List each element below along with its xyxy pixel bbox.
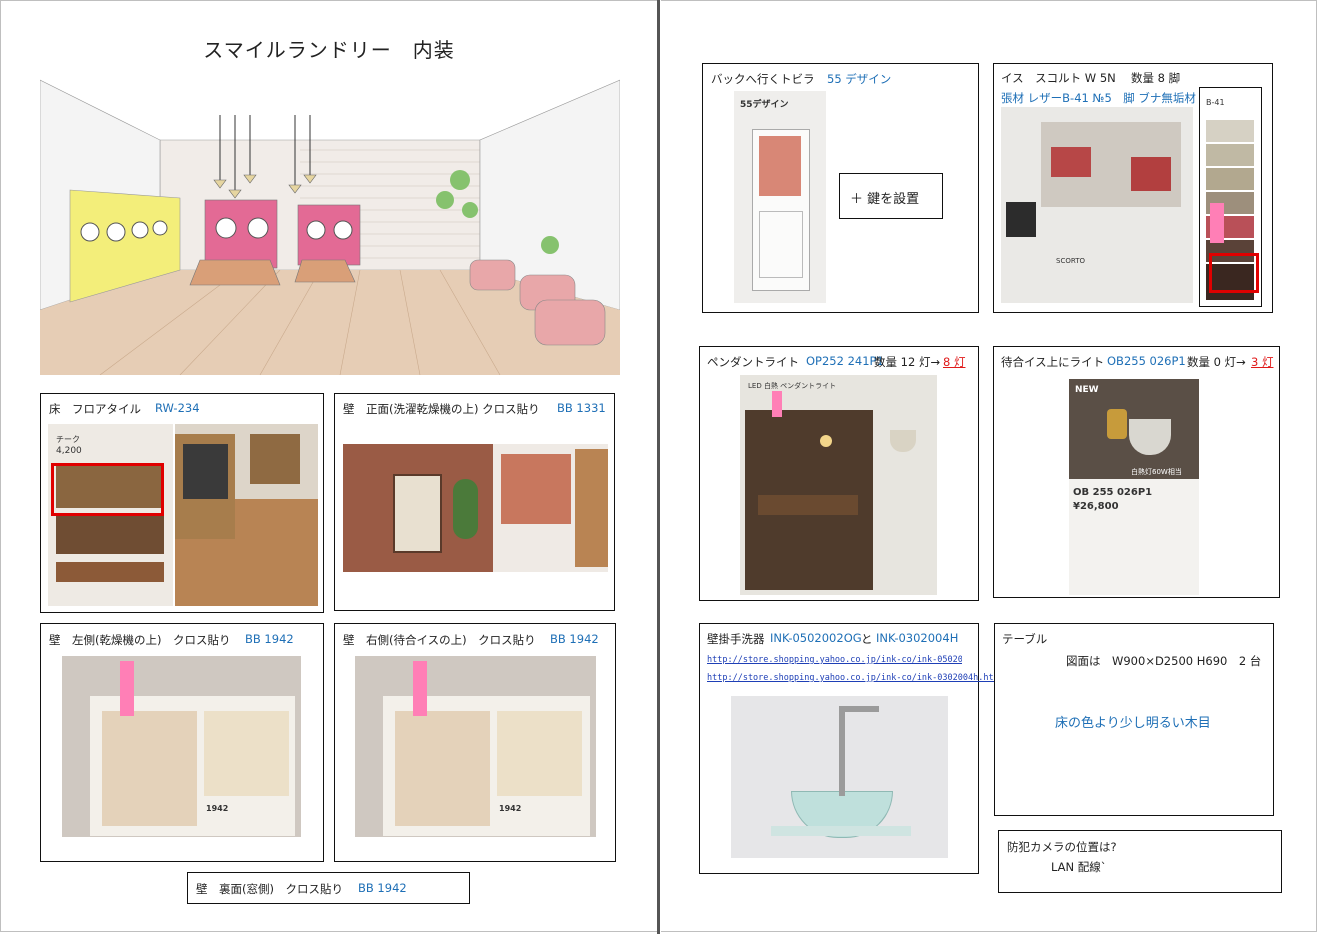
wall-light-price: ¥26,800: [1073, 501, 1119, 512]
sink-link-2[interactable]: http://store.shopping.yahoo.co.jp/ink-co…: [707, 673, 1004, 683]
interior-sketch: [40, 70, 620, 375]
door-photo: 55デザイン: [734, 91, 826, 303]
chair-photo: SCORTO: [1001, 107, 1193, 303]
wall-left-photo: 1942: [62, 656, 301, 837]
pendant-photo: LED 白熱 ペンダントライト: [740, 375, 937, 595]
pendant-photo-text: LED 白熱 ペンダントライト: [748, 382, 837, 390]
wall-front-photo: [343, 444, 608, 572]
sink-photo: [731, 696, 948, 858]
floor-code: RW-234: [155, 401, 200, 415]
camera-label: 防犯カメラの位置は?: [1007, 840, 1117, 854]
table-note: 床の色より少し明るい木目: [1055, 716, 1211, 731]
pendant-label: ペンダントライト: [707, 355, 799, 369]
sink-code-1: INK-0502002OG: [770, 631, 862, 645]
door-note-box: ＋ 鍵を設置: [839, 173, 943, 219]
sink-label: 壁掛手洗器: [707, 632, 765, 646]
sink-code-2: INK-0302004H: [876, 631, 959, 645]
floor-photo-text: チーク: [56, 435, 80, 444]
wall-back-label: 壁 裏面(窓側) クロス貼り: [196, 882, 343, 896]
wall-light-label: 待合イス上にライト: [1001, 355, 1105, 369]
door-note: ＋ 鍵を設置: [850, 192, 920, 207]
wall-right-photo: 1942: [355, 656, 596, 837]
floor-spec-card: 床 フロアタイル RW-234 チーク 4,200: [40, 393, 324, 613]
pendant-code: OP252 241P1: [806, 354, 884, 368]
wall-light-qty-new: 3 灯: [1251, 355, 1274, 369]
page-divider: [657, 0, 660, 934]
table-spec: 図面は W900×D2500 H690 2 台: [1066, 654, 1262, 668]
wall-right-label: 壁 右側(待合イスの上) クロス貼り: [343, 633, 536, 647]
pendant-spec-card: ペンダントライト OP252 241P1 数量 12 灯→ 8 灯 LED 白熱…: [699, 346, 979, 601]
page-title: スマイルランドリー 内装: [203, 38, 455, 62]
wall-front-code: BB 1331: [557, 401, 606, 415]
table-spec-card: テーブル 図面は W900×D2500 H690 2 台 床の色より少し明るい木…: [994, 623, 1274, 816]
wall-left-code: BB 1942: [245, 632, 294, 646]
wall-front-label: 壁 正面(洗濯乾燥機の上) クロス貼り: [343, 402, 540, 416]
floor-highlight: [51, 463, 164, 516]
wall-light-spec-card: 待合イス上にライト OB255 026P1 数量 0 灯→ 3 灯 NEW 白熱…: [993, 346, 1280, 598]
wall-light-sub: 白熱灯60W相当: [1131, 468, 1182, 476]
pendant-qty-new: 8 灯: [943, 355, 966, 369]
wall-light-new-badge: NEW: [1075, 385, 1099, 395]
door-label: バックへ行くトビラ: [711, 72, 815, 86]
floor-label: 床 フロアタイル: [49, 402, 141, 416]
wall-light-model: OB 255 026P1: [1073, 487, 1153, 498]
wall-right-card: 壁 右側(待合イスの上) クロス貼り BB 1942 1942: [334, 623, 616, 862]
camera-note: LAN 配線`: [1051, 860, 1107, 874]
wall-light-photo: NEW 白熱灯60W相当 OB 255 026P1 ¥26,800: [1069, 379, 1199, 595]
wall-left-swatch: 1942: [206, 804, 229, 813]
wall-light-qty: 数量 0 灯→: [1187, 355, 1246, 369]
wall-front-card: 壁 正面(洗濯乾燥機の上) クロス貼り BB 1331: [334, 393, 615, 611]
wall-right-swatch: 1942: [499, 804, 522, 813]
chair-material: 張材 レザーB-41 №5 脚 ブナ無垢材: [1001, 91, 1196, 105]
wall-right-code: BB 1942: [550, 632, 599, 646]
door-maker: 55 デザイン: [827, 72, 892, 86]
sink-spec-card: 壁掛手洗器 INK-0502002OG と INK-0302004H http:…: [699, 623, 1004, 874]
chair-spec-card: イス スコルト W 5N 数量 8 脚 張材 レザーB-41 №5 脚 ブナ無垢…: [993, 63, 1273, 313]
chair-swatch-highlight: [1209, 253, 1259, 293]
door-spec-card: バックへ行くトビラ 55 デザイン 55デザイン ＋ 鍵を設置: [702, 63, 979, 313]
door-photo-text: 55デザイン: [740, 100, 789, 110]
wall-back-code: BB 1942: [358, 881, 407, 895]
wall-left-label: 壁 左側(乾燥機の上) クロス貼り: [49, 633, 231, 647]
wall-light-code: OB255 026P1: [1107, 354, 1186, 368]
floor-room-photo: [175, 424, 318, 606]
floor-price: 4,200: [56, 446, 82, 456]
sink-and: と: [861, 632, 873, 646]
chair-qty: 数量 8 脚: [1131, 71, 1181, 85]
wall-back-card: 壁 裏面(窓側) クロス貼り BB 1942: [187, 872, 470, 904]
chair-photo-text: SCORTO: [1056, 257, 1085, 265]
table-label: テーブル: [1002, 632, 1048, 646]
chair-swatch-label: B-41: [1206, 98, 1225, 107]
wall-left-card: 壁 左側(乾燥機の上) クロス貼り BB 1942 1942: [40, 623, 324, 862]
camera-note-card: 防犯カメラの位置は? LAN 配線`: [998, 830, 1282, 893]
pendant-qty: 数量 12 灯→: [874, 355, 941, 369]
sink-link-1[interactable]: http://store.shopping.yahoo.co.jp/ink-co…: [707, 655, 962, 665]
chair-label: イス スコルト W 5N: [1001, 71, 1116, 85]
